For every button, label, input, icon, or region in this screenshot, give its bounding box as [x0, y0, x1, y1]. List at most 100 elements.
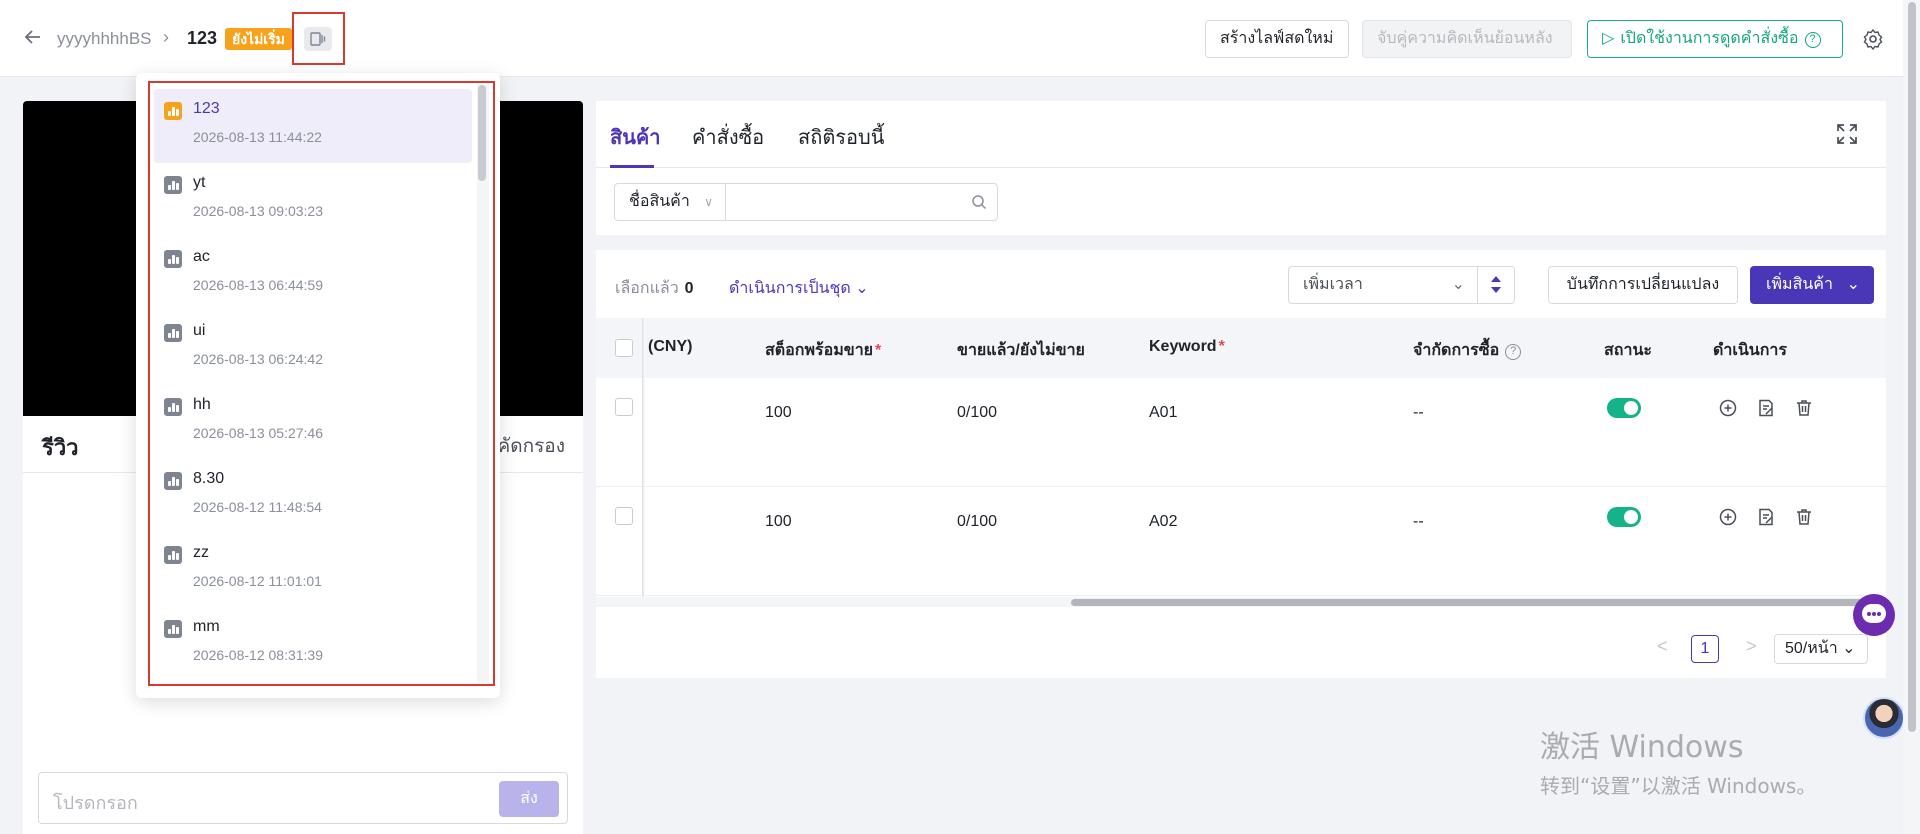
- chevron-down-icon: ∨: [704, 195, 713, 209]
- edit-icon[interactable]: [1756, 507, 1776, 527]
- chevron-down-icon: ⌄: [1846, 276, 1860, 293]
- live-session-item[interactable]: yt 2026-08-13 09:03:23: [154, 163, 472, 237]
- bar-chart-icon: [164, 102, 182, 120]
- cell-purchase-limit[interactable]: --: [1413, 404, 1424, 422]
- tab-orders[interactable]: คำสั่งซื้อ: [692, 121, 764, 153]
- live-session-dropdown: 123 2026-08-13 11:44:22 yt 2026-08-13 09:03…: [136, 73, 500, 698]
- column-price: (CNY): [648, 338, 693, 355]
- search-field-label: ชื่อสินค้า: [629, 193, 690, 210]
- status-badge: ยังไม่เริ่ม: [225, 28, 292, 50]
- bar-chart-icon: [164, 398, 182, 416]
- dropdown-scrollbar-thumb[interactable]: [478, 85, 486, 181]
- column-actions: ดำเนินการ: [1713, 342, 1787, 359]
- add-circle-icon[interactable]: [1718, 398, 1738, 418]
- cell-stock[interactable]: 100: [765, 513, 792, 531]
- required-mark: *: [1218, 338, 1225, 355]
- live-switch-button[interactable]: [292, 12, 345, 65]
- live-session-item[interactable]: zz 2026-08-12 11:01:01: [154, 533, 472, 607]
- live-session-name: 8.30: [193, 470, 225, 487]
- pagination-prev[interactable]: <: [1657, 636, 1668, 657]
- delete-icon[interactable]: [1794, 398, 1814, 418]
- top-bar: yyyyhhhhBS › 123 ยังไม่เริ่ม สร้างไลฟ์สด…: [0, 0, 1920, 77]
- select-all-checkbox[interactable]: [615, 339, 633, 357]
- live-session-time: 2026-08-13 06:24:42: [193, 351, 323, 367]
- watermark-line1: 激活 Windows: [1540, 730, 1744, 765]
- page-scrollbar[interactable]: [1903, 0, 1920, 834]
- live-session-item[interactable]: ui 2026-08-13 06:24:42: [154, 311, 472, 385]
- chevron-right-icon: ›: [163, 27, 169, 47]
- breadcrumb-store[interactable]: yyyyhhhhBS: [57, 29, 152, 49]
- review-title: รีวิว: [42, 435, 79, 460]
- search-input[interactable]: [725, 183, 998, 221]
- delete-icon[interactable]: [1794, 507, 1814, 527]
- page-size-select[interactable]: 50/หน้า ⌄: [1774, 634, 1868, 664]
- enable-order-capture-button[interactable]: ▷ เปิดใช้งานการดูดคำสั่งซื้อ?: [1587, 20, 1843, 58]
- live-session-item[interactable]: mm 2026-08-12 08:31:39: [154, 607, 472, 681]
- column-purchase-limit: จำกัดการซื้อ?: [1413, 338, 1522, 363]
- live-session-name: hh: [193, 396, 211, 413]
- back-arrow-icon[interactable]: [22, 26, 44, 48]
- fullscreen-icon[interactable]: [1836, 123, 1858, 145]
- pagination-next[interactable]: >: [1746, 636, 1757, 657]
- windows-activation-watermark: 激活 Windows 转到“设置”以激活 Windows。: [1540, 722, 1816, 799]
- match-feedback-button: จับคู่ความคิดเห็นย้อนหลัง: [1362, 20, 1572, 58]
- chat-bubble-icon[interactable]: [1853, 594, 1895, 636]
- live-session-time: 2026-08-13 05:27:46: [193, 425, 323, 441]
- live-session-item[interactable]: 123 2026-08-13 11:44:22: [154, 89, 472, 163]
- live-session-time: 2026-08-12 11:48:54: [193, 499, 322, 515]
- edit-icon[interactable]: [1756, 398, 1776, 418]
- bar-chart-icon: [164, 250, 182, 268]
- live-session-item[interactable]: hh 2026-08-13 05:27:46: [154, 385, 472, 459]
- column-stock-label: สต็อกพร้อมขาย: [765, 342, 874, 359]
- review-input[interactable]: โปรดกรอก ส่ง: [38, 772, 568, 824]
- table-row: 100 0/100 A01 --: [596, 378, 1886, 487]
- fixed-column-shadow: [642, 318, 645, 597]
- sort-order-button[interactable]: [1477, 266, 1515, 304]
- settings-icon[interactable]: [1862, 28, 1884, 51]
- add-product-button[interactable]: เพิ่มสินค้า ⌄: [1750, 266, 1874, 304]
- help-icon[interactable]: ?: [1804, 32, 1821, 48]
- search-icon[interactable]: [971, 194, 987, 210]
- live-session-time: 2026-08-12 11:01:01: [193, 573, 322, 589]
- save-changes-button[interactable]: บันทึกการเปลี่ยนแปลง: [1548, 266, 1738, 304]
- sort-up-icon: [1491, 276, 1501, 282]
- cell-keyword[interactable]: A01: [1149, 404, 1177, 422]
- cell-sold: 0/100: [957, 404, 998, 421]
- selected-count-value: 0: [684, 280, 694, 297]
- cell-keyword[interactable]: A02: [1149, 513, 1177, 531]
- column-status: สถานะ: [1604, 342, 1652, 359]
- status-toggle[interactable]: [1607, 507, 1641, 527]
- pagination-page[interactable]: 1: [1691, 635, 1719, 663]
- column-keyword-label: Keyword: [1149, 338, 1217, 355]
- filter-bar: ชื่อสินค้า ∨: [596, 168, 1886, 235]
- bar-chart-icon: [164, 546, 182, 564]
- main-tabs: สินค้า คำสั่งซื้อ สถิติรอบนี้: [596, 101, 1886, 168]
- cell-purchase-limit[interactable]: --: [1413, 513, 1424, 531]
- column-keyword: Keyword *: [1149, 338, 1225, 356]
- live-session-item[interactable]: ac 2026-08-13 06:44:59: [154, 237, 472, 311]
- tab-products[interactable]: สินค้า: [610, 121, 661, 153]
- horizontal-scrollbar-thumb[interactable]: [1071, 599, 1881, 606]
- review-filter-button[interactable]: คัดกรอง: [498, 431, 565, 461]
- time-sort-select[interactable]: เพิ่มเวลา ⌄: [1288, 266, 1478, 304]
- search-field-select[interactable]: ชื่อสินค้า ∨: [614, 183, 726, 221]
- row-checkbox[interactable]: [615, 398, 633, 416]
- tab-session-stats[interactable]: สถิติรอบนี้: [798, 121, 884, 153]
- add-circle-icon[interactable]: [1718, 507, 1738, 527]
- new-live-button[interactable]: สร้างไลฟ์สดใหม่: [1205, 20, 1349, 58]
- live-session-name: ac: [193, 248, 210, 265]
- status-toggle[interactable]: [1607, 398, 1641, 418]
- help-icon[interactable]: ?: [1505, 344, 1522, 360]
- breadcrumb-live-name: 123: [187, 28, 218, 48]
- live-session-item[interactable]: 8.30 2026-08-12 11:48:54: [154, 459, 472, 533]
- bulk-action-dropdown[interactable]: ดำเนินการเป็นชุด ⌄: [729, 276, 869, 301]
- send-button[interactable]: ส่ง: [499, 781, 559, 817]
- avatar[interactable]: [1863, 697, 1905, 739]
- row-checkbox[interactable]: [615, 507, 633, 525]
- column-stock: สต็อกพร้อมขาย *: [765, 338, 881, 363]
- chevron-down-icon: ⌄: [1451, 276, 1465, 293]
- live-session-name: 123: [193, 100, 220, 117]
- bar-chart-icon: [164, 176, 182, 194]
- selected-count: เลือกแล้ว 0: [615, 276, 694, 301]
- cell-stock[interactable]: 100: [765, 404, 792, 422]
